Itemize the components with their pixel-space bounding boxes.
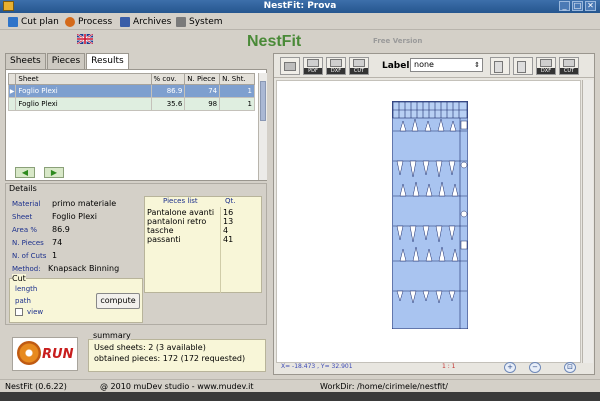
export-cut-button[interactable]: CUT — [349, 57, 369, 75]
window-title: NestFit: Prova — [263, 1, 337, 11]
export-pdf-button[interactable]: PDF — [303, 57, 323, 75]
tab-results[interactable]: Results — [86, 53, 129, 70]
cut-export-icon — [563, 59, 575, 67]
left-tabs: Sheets Pieces Results — [5, 53, 130, 70]
menu-archives[interactable]: Archives — [120, 15, 171, 28]
detail-sheet: Sheet Foglio Plexi — [12, 212, 97, 221]
layout-a-icon — [494, 61, 503, 73]
system-icon — [176, 16, 186, 27]
select-arrows-icon: ⇕ — [474, 61, 480, 69]
zoom-scale: 1 : 1 — [442, 363, 456, 370]
view-label: view — [27, 308, 44, 316]
cut-length-label: length — [15, 285, 38, 293]
label-select[interactable]: none ⇕ — [410, 58, 483, 72]
results-panel: Sheet % cov. N. Piece N. Sht. ▶ Foglio P… — [5, 69, 267, 181]
nested-sheet-preview — [392, 101, 468, 329]
pieces-list: Pieces list Qt. Pantalone avanti 16 pant… — [144, 196, 262, 293]
col-pieces[interactable]: N. Piece — [184, 73, 221, 85]
printer-icon — [284, 62, 296, 71]
next-arrow-button[interactable]: ▶ — [44, 167, 64, 178]
archives-icon — [120, 16, 130, 27]
cut-icon — [353, 59, 365, 67]
tab-sheets[interactable]: Sheets — [5, 53, 46, 69]
export-dxf-button[interactable]: DXF — [326, 57, 346, 75]
copyright-text: @ 2010 muDev studio - www.mudev.it — [100, 382, 254, 391]
details-title: Details — [9, 184, 37, 193]
summary-title: summary — [93, 331, 131, 340]
layout-b-icon — [517, 61, 526, 73]
dxf-icon — [330, 59, 342, 67]
list-item[interactable]: Pantalone avanti — [147, 208, 214, 217]
run-button[interactable]: RUN — [12, 337, 78, 371]
detail-area: Area % 86.9 — [12, 225, 70, 234]
results-scrollbar[interactable] — [258, 73, 267, 180]
process-icon — [65, 16, 75, 27]
dxf-cut-button[interactable]: DXF — [536, 57, 556, 75]
workdir-text: WorkDir: /home/cirimele/nestfit/ — [320, 382, 448, 391]
viewer-panel: PDF DXF CUT Label none ⇕ DXF CUT X= -18.… — [273, 53, 595, 375]
table-row[interactable]: Foglio Plexi 35.6 98 1 — [7, 97, 255, 111]
qty-header: Qt. — [225, 197, 236, 205]
compute-button[interactable]: compute — [96, 293, 140, 309]
results-table: Sheet % cov. N. Piece N. Sht. ▶ Foglio P… — [7, 73, 255, 111]
col-coverage[interactable]: % cov. — [150, 73, 186, 85]
status-bar: NestFit (0.6.22) @ 2010 muDev studio - w… — [0, 379, 600, 392]
tab-pieces[interactable]: Pieces — [46, 53, 86, 69]
view-checkbox[interactable] — [15, 308, 23, 316]
pdf-icon — [307, 59, 319, 67]
close-button[interactable]: ✕ — [585, 1, 596, 11]
used-sheets-text: Used sheets: 2 (3 available) — [94, 343, 206, 352]
maximize-button[interactable]: □ — [572, 1, 583, 11]
gear-icon — [17, 341, 41, 365]
scrollbar-thumb[interactable] — [260, 81, 266, 121]
nesting-canvas[interactable] — [276, 80, 581, 363]
table-row[interactable]: ▶ Foglio Plexi 86.9 74 1 — [7, 84, 255, 98]
brand-logo: NestFit — [247, 33, 302, 50]
detail-method: Method: Knapsack Binning — [12, 264, 120, 273]
cut-export-button[interactable]: CUT — [559, 57, 579, 75]
layout-b-button[interactable] — [513, 57, 533, 75]
menu-cut-plan[interactable]: Cut plan — [8, 15, 59, 28]
cut-title: Cut — [12, 274, 26, 283]
cut-plan-icon — [8, 16, 18, 27]
zoom-fit-icon[interactable]: ⊡ — [564, 362, 576, 373]
zoom-out-icon[interactable]: − — [529, 362, 541, 373]
app-version: NestFit (0.6.22) — [5, 382, 67, 391]
layout-a-button[interactable] — [490, 57, 510, 75]
title-bar: NestFit: Prova _ □ ✕ — [0, 0, 600, 13]
terminal-strip — [0, 392, 600, 401]
col-sheet[interactable]: Sheet — [15, 73, 152, 85]
menu-bar: Cut plan Process Archives System — [0, 13, 600, 30]
cursor-coordinates: X= -18.473 , Y= 32.901 — [281, 363, 353, 370]
detail-cuts: N. of Cuts 1 — [12, 251, 58, 260]
row-header-cell — [7, 73, 17, 85]
pieces-list-header: Pieces list — [163, 197, 198, 205]
col-sheets[interactable]: N. Sht. — [219, 73, 255, 85]
cut-path-label: path — [15, 297, 31, 305]
uk-flag-icon[interactable] — [77, 34, 93, 44]
list-item[interactable]: pantaloni retro — [147, 217, 206, 226]
list-item[interactable]: passanti — [147, 235, 181, 244]
edition-label: Free Version — [373, 37, 423, 45]
prev-arrow-button[interactable]: ◀ — [15, 167, 35, 178]
detail-material: Material primo materiale — [12, 199, 117, 208]
detail-pieces: N. Pieces 74 — [12, 238, 63, 247]
minimize-button[interactable]: _ — [559, 1, 570, 11]
viewer-toolbar: PDF DXF CUT Label none ⇕ DXF CUT — [274, 54, 594, 78]
menu-process[interactable]: Process — [65, 15, 112, 28]
print-button[interactable] — [280, 57, 300, 75]
list-item[interactable]: tasche — [147, 226, 174, 235]
row-pointer-icon: ▶ — [7, 84, 17, 98]
summary-group: Used sheets: 2 (3 available) obtained pi… — [88, 331, 266, 372]
viewer-scrollbar[interactable] — [582, 80, 593, 363]
details-group: Details Material primo materiale Sheet Fog… — [5, 183, 267, 325]
zoom-in-icon[interactable]: + — [504, 362, 516, 373]
menu-system[interactable]: System — [176, 15, 223, 28]
dxf-cut-icon — [540, 59, 552, 67]
table-header: Sheet % cov. N. Piece N. Sht. — [7, 73, 255, 85]
cut-group: Cut length path view compute — [9, 274, 143, 323]
obtained-pieces-text: obtained pieces: 172 (172 requested) — [94, 354, 246, 363]
label-caption: Label — [382, 61, 410, 71]
